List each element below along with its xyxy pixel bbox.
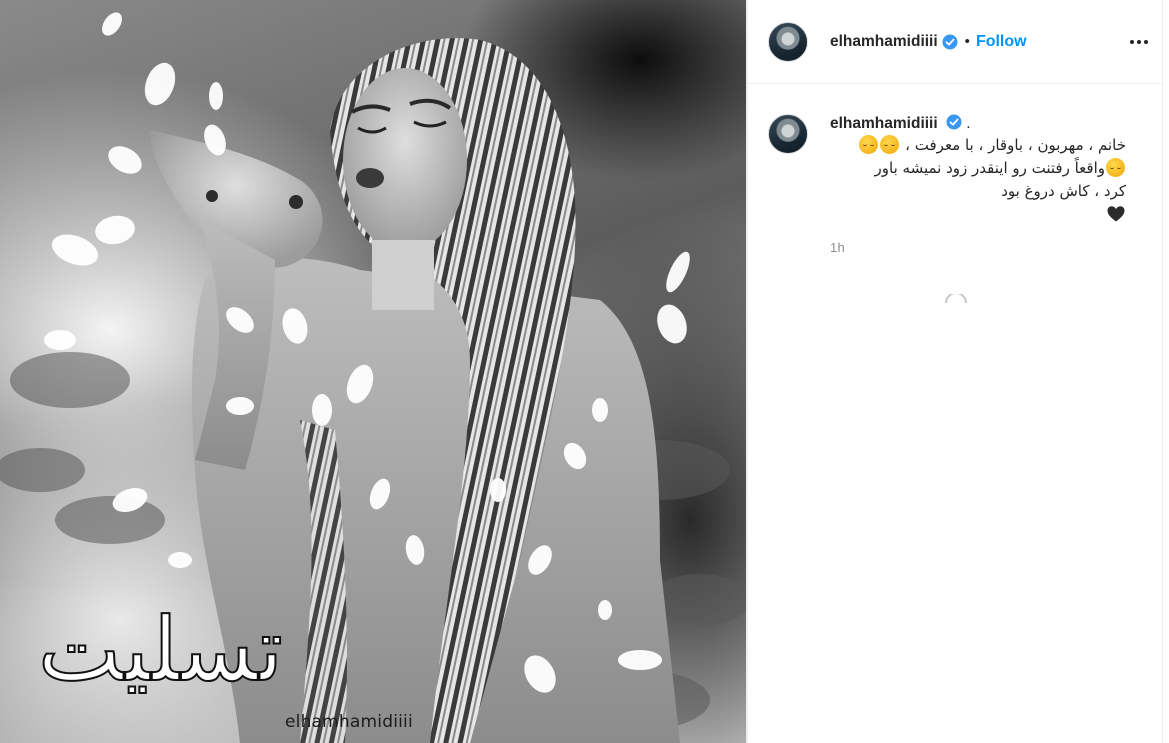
follow-button[interactable]: Follow — [976, 33, 1027, 51]
verified-check-icon — [942, 34, 958, 49]
caption-line-1: خانم ، مهربون ، باوقار ، با معرفت ، — [830, 134, 1126, 157]
caption-head: elhamhamidiiii . — [830, 114, 1130, 133]
verified-check-icon — [946, 114, 962, 130]
separator-dot: • — [964, 33, 970, 50]
post-side-panel: elhamhamidiiii • Follow elhamhamidiiii .… — [748, 0, 1169, 743]
pensive-face-emoji — [859, 135, 879, 154]
caption-username[interactable]: elhamhamidiiii — [830, 115, 938, 132]
caption-line-2: واقعاً رفتنت رو اینقدر زود نمیشه باور — [830, 157, 1126, 180]
black-heart-emoji — [1107, 206, 1125, 222]
pensive-face-emoji — [1106, 158, 1125, 177]
caption-avatar[interactable] — [768, 114, 808, 154]
loading-spinner-icon — [945, 294, 967, 304]
condolence-calligraphy: تسلیت — [37, 598, 284, 701]
pensive-face-emoji — [880, 135, 900, 154]
caption-suffix: . — [966, 115, 971, 132]
caption-text: خانم ، مهربون ، باوقار ، با معرفت ، واقع… — [830, 134, 1126, 226]
instagram-post-modal: تسلیت elhamhamidiiii elhamhamidiiii • Fo… — [0, 0, 1169, 743]
header-username[interactable]: elhamhamidiiii — [830, 33, 938, 51]
caption-comment: elhamhamidiiii . خانم ، مهربون ، باوقار … — [748, 84, 1169, 255]
scroll-edge — [1162, 0, 1169, 743]
caption-body: elhamhamidiiii . خانم ، مهربون ، باوقار … — [830, 114, 1130, 255]
post-photo[interactable]: تسلیت elhamhamidiiii — [0, 0, 746, 743]
caption-line-3: کرد ، کاش دروغ بود — [1001, 182, 1126, 200]
post-time[interactable]: 1h — [830, 240, 1130, 255]
more-options-icon[interactable] — [1125, 28, 1153, 56]
post-header: elhamhamidiiii • Follow — [748, 0, 1169, 84]
caption-line-4 — [830, 203, 1126, 226]
image-watermark: elhamhamidiiii — [285, 712, 413, 732]
avatar[interactable] — [768, 21, 808, 62]
